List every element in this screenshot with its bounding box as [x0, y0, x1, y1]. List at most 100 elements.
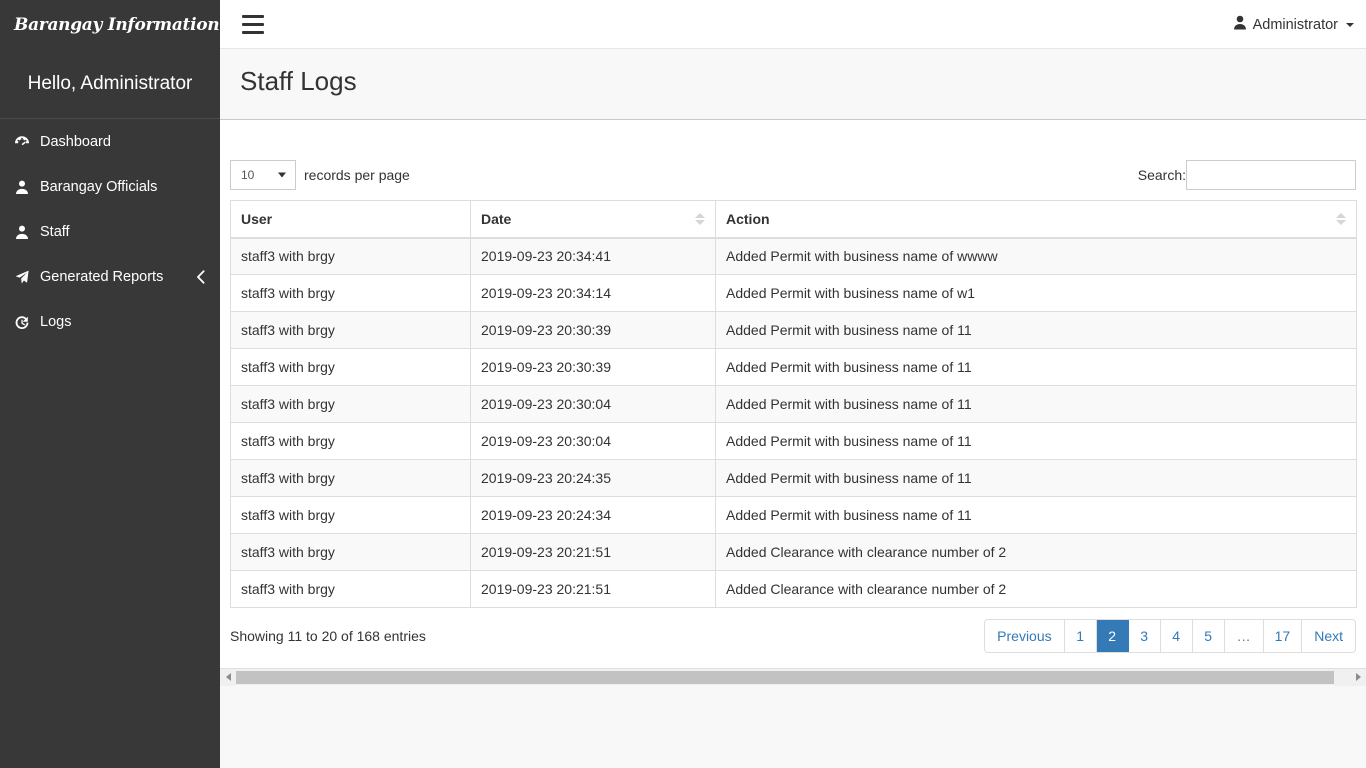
- cell-date: 2019-09-23 20:30:04: [471, 386, 716, 423]
- logs-panel: 10 records per page Search: User Date: [230, 156, 1356, 664]
- hamburger-bar-3: [242, 31, 264, 34]
- sidebar-item-barangay-officials[interactable]: Barangay Officials: [0, 164, 220, 209]
- pagination-page-1[interactable]: 1: [1065, 620, 1097, 652]
- table-row: staff3 with brgy2019-09-23 20:30:04Added…: [231, 386, 1357, 423]
- cell-user: staff3 with brgy: [231, 312, 471, 349]
- scroll-left-arrow-icon[interactable]: [220, 669, 236, 686]
- pagination-page-4[interactable]: 4: [1161, 620, 1193, 652]
- pagination-page-17[interactable]: 17: [1264, 620, 1303, 652]
- user-icon: [14, 224, 40, 240]
- pagination-ellipsis: …: [1225, 620, 1264, 652]
- pagination-page-2[interactable]: 2: [1097, 620, 1129, 652]
- pagination-page-3[interactable]: 3: [1129, 620, 1161, 652]
- table-row: staff3 with brgy2019-09-23 20:24:34Added…: [231, 497, 1357, 534]
- table-row: staff3 with brgy2019-09-23 20:34:41Added…: [231, 238, 1357, 275]
- history-icon: [14, 314, 40, 330]
- sidebar-item-label: Barangay Officials: [40, 179, 157, 195]
- pagination: Previous12345…17Next: [984, 619, 1356, 653]
- chevron-down-icon: [278, 173, 286, 178]
- records-per-page-value: 10: [241, 168, 254, 182]
- horizontal-scrollbar[interactable]: [220, 668, 1366, 685]
- cell-action: Added Permit with business name of 11: [716, 312, 1357, 349]
- cell-user: staff3 with brgy: [231, 571, 471, 608]
- sidebar-item-label: Dashboard: [40, 134, 111, 150]
- top-bar: Administrator: [220, 0, 1366, 49]
- sidebar-nav: Dashboard Barangay Officials Staff Generate…: [0, 119, 220, 344]
- column-header-action[interactable]: Action: [716, 201, 1357, 238]
- cell-user: staff3 with brgy: [231, 497, 471, 534]
- cell-action: Added Permit with business name of 11: [716, 423, 1357, 460]
- cell-user: staff3 with brgy: [231, 349, 471, 386]
- cell-user: staff3 with brgy: [231, 460, 471, 497]
- table-row: staff3 with brgy2019-09-23 20:30:39Added…: [231, 349, 1357, 386]
- table-row: staff3 with brgy2019-09-23 20:34:14Added…: [231, 275, 1357, 312]
- records-per-page-select[interactable]: 10: [230, 160, 296, 190]
- cell-action: Added Permit with business name of w1: [716, 275, 1357, 312]
- cell-user: staff3 with brgy: [231, 275, 471, 312]
- user-icon: [14, 179, 40, 195]
- table-row: staff3 with brgy2019-09-23 20:24:35Added…: [231, 460, 1357, 497]
- sidebar: Barangay Information System Hello, Admin…: [0, 0, 220, 768]
- cell-date: 2019-09-23 20:21:51: [471, 571, 716, 608]
- sidebar-item-label: Logs: [40, 314, 71, 330]
- cell-date: 2019-09-23 20:24:34: [471, 497, 716, 534]
- table-body: staff3 with brgy2019-09-23 20:34:41Added…: [231, 238, 1357, 608]
- chevron-left-icon[interactable]: [196, 270, 206, 284]
- table-row: staff3 with brgy2019-09-23 20:21:51Added…: [231, 534, 1357, 571]
- cell-action: Added Permit with business name of wwww: [716, 238, 1357, 275]
- cell-action: Added Permit with business name of 11: [716, 460, 1357, 497]
- cell-action: Added Permit with business name of 11: [716, 386, 1357, 423]
- sort-desc-arrow-icon: [695, 220, 705, 225]
- cell-user: staff3 with brgy: [231, 238, 471, 275]
- cell-date: 2019-09-23 20:34:41: [471, 238, 716, 275]
- hamburger-bar-1: [242, 15, 264, 18]
- pagination-prev[interactable]: Previous: [985, 620, 1064, 652]
- sidebar-item-generated-reports[interactable]: Generated Reports: [0, 254, 220, 299]
- table-header-row: User Date Action: [231, 201, 1357, 238]
- cell-date: 2019-09-23 20:21:51: [471, 534, 716, 571]
- table-head: User Date Action: [231, 201, 1357, 238]
- sort-desc-arrow-icon: [1336, 220, 1346, 225]
- column-header-user-label: User: [241, 211, 272, 227]
- search-control: Search:: [1138, 160, 1356, 190]
- cell-action: Added Permit with business name of 11: [716, 349, 1357, 386]
- sort-icon: [1336, 213, 1346, 225]
- scrollbar-thumb[interactable]: [236, 671, 1334, 684]
- sort-asc-arrow-icon: [695, 213, 705, 218]
- cell-date: 2019-09-23 20:30:39: [471, 312, 716, 349]
- cell-user: staff3 with brgy: [231, 534, 471, 571]
- content-area: 10 records per page Search: User Date: [220, 120, 1366, 673]
- scroll-right-arrow-icon[interactable]: [1350, 669, 1366, 686]
- user-menu-button[interactable]: Administrator: [1233, 0, 1354, 49]
- sidebar-greeting: Hello, Administrator: [0, 49, 220, 119]
- column-header-date-label: Date: [481, 211, 511, 227]
- sidebar-item-label: Staff: [40, 224, 70, 240]
- column-header-date[interactable]: Date: [471, 201, 716, 238]
- hamburger-bar-2: [242, 23, 264, 26]
- page-header: Staff Logs: [220, 49, 1366, 120]
- send-icon: [14, 269, 40, 285]
- table-controls: 10 records per page Search:: [230, 156, 1356, 200]
- records-per-page-label: records per page: [304, 167, 410, 183]
- cell-date: 2019-09-23 20:24:35: [471, 460, 716, 497]
- user-menu-label: Administrator: [1253, 17, 1338, 33]
- table-row: staff3 with brgy2019-09-23 20:30:04Added…: [231, 423, 1357, 460]
- cell-date: 2019-09-23 20:34:14: [471, 275, 716, 312]
- table-row: staff3 with brgy2019-09-23 20:30:39Added…: [231, 312, 1357, 349]
- dashboard-icon: [14, 134, 40, 150]
- scrollbar-track[interactable]: [1334, 669, 1350, 686]
- records-per-page-control: 10 records per page: [230, 160, 410, 190]
- pagination-page-5[interactable]: 5: [1193, 620, 1225, 652]
- cell-user: staff3 with brgy: [231, 386, 471, 423]
- pagination-next[interactable]: Next: [1302, 620, 1355, 652]
- sort-icon: [695, 213, 705, 225]
- menu-toggle-icon[interactable]: [232, 8, 274, 41]
- sidebar-item-staff[interactable]: Staff: [0, 209, 220, 254]
- sidebar-item-dashboard[interactable]: Dashboard: [0, 119, 220, 164]
- search-label: Search:: [1138, 167, 1186, 183]
- column-header-user[interactable]: User: [231, 201, 471, 238]
- user-avatar-icon: [1233, 15, 1247, 34]
- search-input[interactable]: [1186, 160, 1356, 190]
- sidebar-item-logs[interactable]: Logs: [0, 299, 220, 344]
- app-brand-title[interactable]: Barangay Information System: [0, 0, 220, 49]
